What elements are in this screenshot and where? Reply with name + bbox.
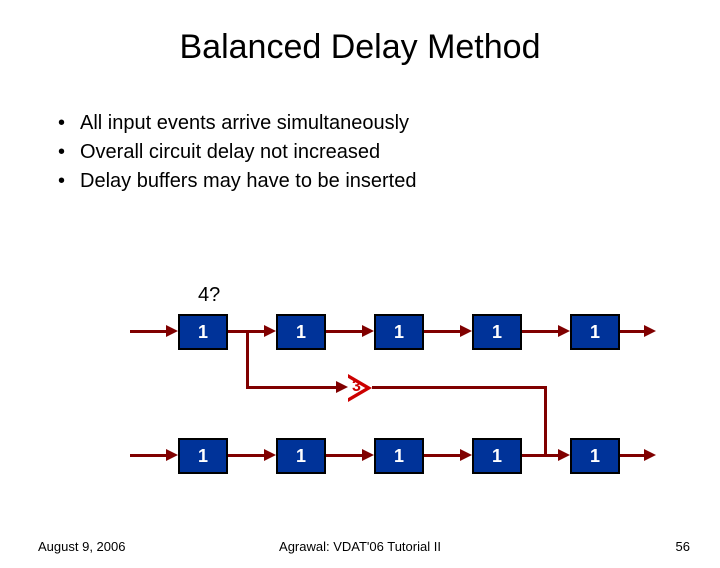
delay-box: 1 [276, 438, 326, 474]
wire [326, 330, 364, 333]
delay-box: 1 [374, 438, 424, 474]
wire [130, 330, 168, 333]
bullet-item: Overall circuit delay not increased [58, 138, 720, 167]
delay-box: 1 [472, 438, 522, 474]
bullet-item: All input events arrive simultaneously [58, 109, 720, 138]
wire [228, 454, 266, 457]
delay-box: 1 [472, 314, 522, 350]
wire [326, 454, 364, 457]
wire [620, 330, 646, 333]
page-title: Balanced Delay Method [0, 28, 720, 67]
circuit-diagram: 4? 1 1 1 1 1 3 1 1 1 1 1 [0, 284, 720, 514]
arrow-icon [264, 449, 276, 461]
arrow-icon [362, 449, 374, 461]
delay-box: 1 [374, 314, 424, 350]
arrow-icon [264, 325, 276, 337]
wire [620, 454, 646, 457]
footer-page: 56 [676, 539, 690, 554]
arrow-icon [336, 381, 348, 393]
question-label: 4? [198, 284, 220, 307]
arrow-icon [166, 449, 178, 461]
wire [372, 386, 547, 389]
wire [522, 454, 560, 457]
wire [246, 330, 249, 388]
delay-box: 1 [276, 314, 326, 350]
delay-box: 1 [570, 314, 620, 350]
footer-center: Agrawal: VDAT'06 Tutorial II [0, 539, 720, 554]
arrow-icon [460, 325, 472, 337]
bullet-list: All input events arrive simultaneously O… [58, 109, 720, 196]
arrow-icon [362, 325, 374, 337]
buffer-label: 3 [352, 378, 361, 396]
wire [246, 386, 338, 389]
wire [544, 386, 547, 456]
arrow-icon [558, 449, 570, 461]
delay-box: 1 [178, 314, 228, 350]
arrow-icon [644, 325, 656, 337]
wire [424, 330, 462, 333]
wire [130, 454, 168, 457]
wire [522, 330, 560, 333]
arrow-icon [558, 325, 570, 337]
bullet-item: Delay buffers may have to be inserted [58, 167, 720, 196]
delay-box: 1 [570, 438, 620, 474]
arrow-icon [166, 325, 178, 337]
arrow-icon [644, 449, 656, 461]
delay-box: 1 [178, 438, 228, 474]
arrow-icon [460, 449, 472, 461]
wire [424, 454, 462, 457]
